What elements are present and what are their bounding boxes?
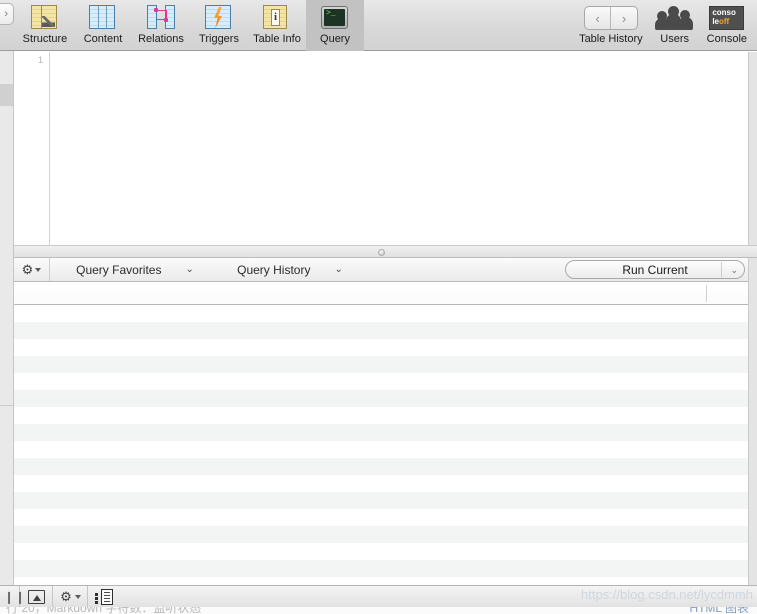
toolbar-tab-relations-label: Relations (138, 33, 184, 45)
sidebar-rail-selected-item[interactable] (0, 84, 13, 106)
sidebar-rail[interactable] (0, 51, 14, 588)
table-row[interactable] (14, 373, 748, 390)
table-row[interactable] (14, 560, 748, 577)
chevron-down-icon: ⌄ (730, 265, 738, 275)
sequel-pro-window: › Structure Content Relations Triggers i… (0, 0, 757, 614)
table-row[interactable] (14, 339, 748, 356)
table-structure-icon (31, 4, 59, 31)
toolbar-tab-group: Structure Content Relations Triggers i T… (16, 0, 364, 51)
toolbar-table-history-label: Table History (579, 33, 643, 45)
query-history-label: Query History (237, 262, 311, 277)
gear-icon: ⚙ (21, 262, 34, 277)
splitter-grip-handle[interactable] (378, 249, 385, 256)
query-favorites-dropdown[interactable]: Query Favorites ⌄ (59, 258, 211, 281)
table-row[interactable] (14, 475, 748, 492)
chevron-down-icon (35, 267, 42, 272)
table-row[interactable] (14, 407, 748, 424)
status-bar: ❙❙❙ ⚙ (0, 585, 757, 607)
history-forward-icon[interactable]: › (610, 7, 637, 29)
run-current-button[interactable]: Run Current ⌄ (565, 260, 745, 279)
toolbar-tab-triggers-label: Triggers (199, 33, 239, 45)
query-editor[interactable]: 1 (14, 52, 748, 245)
table-row[interactable] (14, 356, 748, 373)
toolbar-console-label: Console (706, 33, 747, 45)
toolbar-tab-structure[interactable]: Structure (16, 0, 74, 51)
results-column-separator[interactable] (706, 285, 707, 302)
toolbar-users-label: Users (660, 33, 689, 45)
console-icon-text-top: conso (712, 8, 736, 17)
duplicate-sheet-button[interactable] (89, 586, 119, 607)
table-row[interactable] (14, 458, 748, 475)
grip-icon[interactable]: ❙❙❙ (0, 586, 25, 607)
toolbar-users[interactable]: Users (649, 0, 701, 51)
run-button-separator (721, 262, 722, 277)
chevron-down-icon: ⌄ (334, 263, 343, 275)
table-content-icon (89, 4, 117, 31)
toolbar-tab-table-info-label: Table Info (253, 33, 301, 45)
query-results-table[interactable] (14, 282, 748, 585)
console-icon-text-off: off (718, 17, 730, 26)
toolbar-tab-content[interactable]: Content (74, 0, 132, 51)
toolbar-tab-structure-label: Structure (22, 33, 68, 45)
export-image-icon (28, 589, 45, 604)
background-window-strip: 行 20，Markdown 字符数：监听状态 HTML 图表 (0, 607, 757, 614)
toolbar-tab-content-label: Content (83, 33, 123, 45)
background-window-right-text: HTML 图表 (689, 607, 749, 614)
terminal-icon: >_ (321, 4, 349, 31)
export-image-button[interactable] (21, 586, 53, 607)
toolbar-right-group: ‹ › Table History Users conso leoff Cons… (573, 0, 753, 51)
toolbar-table-history[interactable]: ‹ › Table History (573, 0, 649, 51)
run-current-button-label: Run Current (622, 262, 688, 277)
table-row[interactable] (14, 492, 748, 509)
table-row[interactable] (14, 322, 748, 339)
chevron-down-icon (74, 594, 81, 599)
main-toolbar: › Structure Content Relations Triggers i… (0, 0, 757, 51)
console-icon: conso leoff (709, 4, 745, 31)
toolbar-console[interactable]: conso leoff Console (701, 0, 753, 51)
terminal-icon-prompt: >_ (324, 9, 345, 26)
table-row[interactable] (14, 509, 748, 526)
editor-results-splitter[interactable] (14, 245, 757, 258)
table-row[interactable] (14, 543, 748, 560)
results-right-margin (748, 258, 757, 585)
query-editor-textarea[interactable] (51, 52, 748, 245)
table-info-icon: i (263, 4, 291, 31)
status-settings-button[interactable]: ⚙ (54, 586, 88, 607)
table-row[interactable] (14, 390, 748, 407)
editor-line-number: 1 (37, 55, 43, 65)
table-row[interactable] (14, 424, 748, 441)
toolbar-tab-query-label: Query (320, 33, 350, 45)
duplicate-sheet-icon (95, 588, 113, 605)
toolbar-tab-query[interactable]: >_ Query (306, 0, 364, 51)
sidebar-toggle-button[interactable]: › (0, 3, 14, 25)
table-row[interactable] (14, 305, 748, 322)
chevron-down-icon: ⌄ (185, 263, 194, 275)
editor-line-number-gutter: 1 (14, 52, 50, 245)
table-row[interactable] (14, 441, 748, 458)
query-history-dropdown[interactable]: Query History ⌄ (214, 258, 366, 281)
toolbar-tab-triggers[interactable]: Triggers (190, 0, 248, 51)
table-row[interactable] (14, 526, 748, 543)
gear-icon: ⚙ (60, 589, 72, 604)
console-icon-text-bottom: le (712, 17, 719, 26)
table-row[interactable] (14, 577, 748, 585)
query-favorites-label: Query Favorites (76, 262, 162, 277)
toolbar-tab-relations[interactable]: Relations (132, 0, 190, 51)
toolbar-tab-table-info[interactable]: i Table Info (248, 0, 306, 51)
back-forward-icon: ‹ › (583, 4, 638, 31)
results-header-row[interactable] (14, 282, 748, 305)
history-back-icon[interactable]: ‹ (585, 7, 611, 29)
query-action-bar: ⚙ Query Favorites ⌄ Query History ⌄ Run … (14, 258, 757, 282)
background-window-left-text: 行 20，Markdown 字符数：监听状态 (6, 607, 202, 614)
chevron-right-icon: › (4, 8, 8, 20)
sidebar-rail-divider (0, 405, 13, 406)
results-row-list[interactable] (14, 305, 748, 585)
table-triggers-icon (205, 4, 233, 31)
editor-right-margin (748, 52, 757, 245)
table-relations-icon (147, 4, 175, 31)
users-icon (654, 4, 695, 31)
query-settings-button[interactable]: ⚙ (14, 258, 50, 281)
